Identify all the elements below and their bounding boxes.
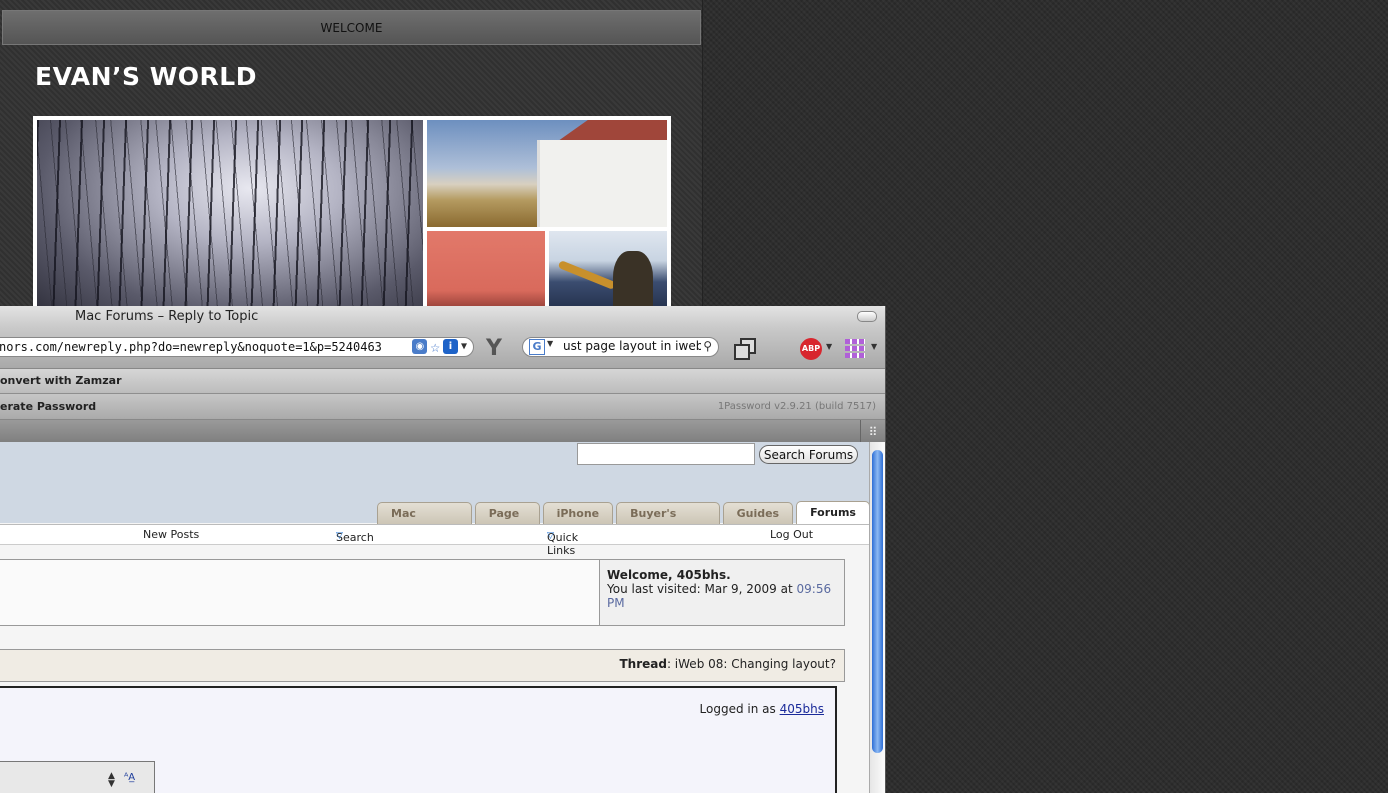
bookmark-star-icon[interactable]: ☆	[430, 339, 440, 355]
logged-in-prefix: Logged in as	[699, 702, 776, 716]
log-out-link[interactable]: Log Out	[770, 528, 813, 541]
bookmark-zamzar[interactable]: onvert with Zamzar	[0, 374, 122, 387]
page-content: Search Forums Mac Rumors Page 2 iPhone B…	[0, 442, 870, 793]
address-bar[interactable]: nors.com/newreply.php?do=newreply&noquot…	[0, 337, 474, 357]
chevron-down-icon[interactable]: ▼	[461, 339, 467, 354]
address-bar-icons: ◉ ☆ i ▼	[412, 339, 467, 355]
forest-photo[interactable]	[37, 120, 423, 316]
search-engine-dropdown-icon[interactable]: ▼	[547, 339, 553, 348]
window-title: Mac Forums – Reply to Topic	[75, 309, 259, 324]
toolbar-toggle-button[interactable]	[857, 311, 877, 322]
resize-grip-icon[interactable]: ⠿	[860, 420, 885, 444]
search-dropdown-icon: ▽	[336, 531, 343, 541]
last-visited-text: You last visited: Mar 9, 2009 at	[607, 582, 793, 596]
tab-guides[interactable]: Guides	[722, 502, 794, 525]
vertical-scrollbar[interactable]	[869, 442, 885, 793]
tab-iphone[interactable]: iPhone	[542, 502, 614, 525]
kayak-photo[interactable]	[549, 231, 667, 316]
magnifier-icon[interactable]: ⚲	[703, 339, 712, 353]
onepassword-version: 1Password v2.9.21 (build 7517)	[717, 401, 876, 412]
font-size-icon[interactable]: ᴬA̲	[124, 772, 135, 783]
quick-links-dropdown-icon: ▽	[547, 531, 554, 541]
adblock-icon[interactable]: ABP	[800, 338, 822, 360]
adblock-dropdown-icon[interactable]: ▼	[826, 342, 832, 351]
site-title: EVAN’S WORLD	[35, 62, 257, 91]
bookmarks-bar: onvert with Zamzar	[0, 369, 885, 394]
username-link[interactable]: 405bhs	[780, 702, 824, 716]
y-logo-icon[interactable]: Y	[486, 336, 512, 361]
forum-search-input[interactable]	[577, 443, 755, 465]
info-icon[interactable]: i	[442, 339, 458, 354]
paddle-shape	[557, 260, 617, 290]
thread-bar: Thread: iWeb 08: Changing layout?	[0, 649, 845, 682]
site-nav-welcome[interactable]: WELCOME	[2, 10, 701, 45]
photo-gallery	[33, 116, 671, 316]
tab-buyers-guide[interactable]: Buyer's Guide	[616, 502, 720, 542]
tab-page-2[interactable]: Page 2	[474, 502, 540, 542]
url-text: nors.com/newreply.php?do=newreply&noquot…	[0, 340, 382, 354]
forum-tabs: Mac Rumors Page 2 iPhone Buyer's Guide G…	[377, 501, 870, 542]
windows-icon[interactable]	[734, 338, 756, 360]
grid-icon[interactable]	[845, 338, 865, 358]
tab-forums[interactable]: Forums	[796, 501, 870, 525]
lighthouse-photo[interactable]	[427, 120, 667, 227]
toolbar: nors.com/newreply.php?do=newreply&noquot…	[0, 328, 885, 369]
logged-in-info: Logged in as 405bhs	[700, 702, 824, 716]
forum-nav-row: New Posts Search ▽ Quick Links ▽ Log Out	[0, 524, 870, 557]
iweb-site: WELCOME EVAN’S WORLD	[0, 0, 703, 316]
tab-mac-rumors[interactable]: Mac Rumors	[377, 502, 472, 542]
browser-window: Mac Forums – Reply to Topic nors.com/new…	[0, 306, 886, 793]
welcome-greeting: Welcome, 405bhs.	[607, 568, 731, 582]
scrollbar-thumb[interactable]	[872, 450, 883, 753]
welcome-cell: Welcome, 405bhs. You last visited: Mar 9…	[599, 559, 845, 626]
onepassword-bar: erate Password 1Password v2.9.21 (build …	[0, 394, 885, 420]
rss-icon[interactable]: ◉	[412, 339, 428, 354]
lighthouse-building	[537, 140, 667, 227]
search-input[interactable]: ust page layout in iweb	[563, 339, 701, 353]
grid-dropdown-icon[interactable]: ▼	[871, 342, 877, 351]
red-sky-photo[interactable]	[427, 231, 545, 316]
title-bar[interactable]: Mac Forums – Reply to Topic	[0, 306, 885, 328]
window-front-shape	[734, 344, 750, 360]
thread-label: Thread	[619, 657, 667, 671]
thread-title: : iWeb 08: Changing layout?	[666, 657, 836, 671]
resize-arrows-icon[interactable]: ▲ ▼	[108, 772, 115, 789]
editor-toolbar: ▲ ▼ ᴬA̲	[0, 761, 155, 793]
generate-password-button[interactable]: erate Password	[0, 400, 96, 413]
new-posts-link[interactable]: New Posts	[143, 528, 199, 541]
search-forums-button[interactable]: Search Forums	[759, 445, 858, 464]
forum-header: Search Forums Mac Rumors Page 2 iPhone B…	[0, 442, 870, 542]
search-field[interactable]: G ▼ ust page layout in iweb ⚲	[522, 337, 719, 357]
google-icon[interactable]: G	[529, 339, 545, 355]
